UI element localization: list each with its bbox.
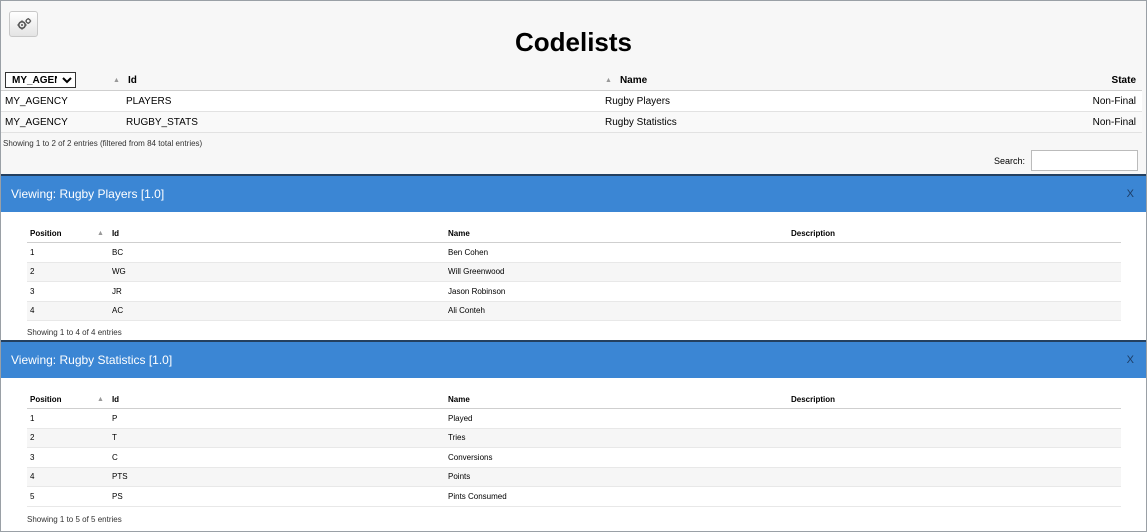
table-header: MY_AGENCY ▲ Id ▲ Name State [1,70,1142,91]
table-row[interactable]: 1 BC Ben Cohen [27,243,1121,263]
cell-id: T [112,433,117,443]
cell-name: Ali Conteh [448,306,485,316]
table-row[interactable]: 3 JR Jason Robinson [27,282,1121,302]
codes-table: Position ▲ Id Name Description 1 BC Ben C… [27,224,1121,321]
table-row[interactable]: MY_AGENCY PLAYERS Rugby Players Non-Fina… [1,91,1142,112]
panel-title: Viewing: Rugby Statistics [1.0] [11,353,173,367]
cell-id: AC [112,306,124,316]
cell-id: C [112,452,118,462]
column-header-id[interactable]: ▲ Id [97,229,433,238]
cell-position: 2 [30,433,35,443]
table-row[interactable]: 2 WG Will Greenwood [27,262,1121,282]
table-row[interactable]: 2 T Tries [27,428,1121,448]
codelists-section: Codelists MY_AGENCY ▲ Id ▲ Name State MY_A… [1,1,1146,174]
search-box: Search: [994,150,1138,171]
column-header-position[interactable]: Position [27,395,97,404]
cell-position: 2 [30,267,35,277]
cell-state: Non-Final [1092,95,1136,107]
cell-position: 1 [30,413,35,423]
search-input[interactable] [1031,150,1138,171]
cell-id: RUGBY_STATS [126,116,198,128]
cell-id: PS [112,491,123,501]
panel-header: Viewing: Rugby Players [1.0] X [1,174,1146,212]
table-row[interactable]: 4 PTS Points [27,467,1121,487]
table-row[interactable]: 1 P Played [27,409,1121,429]
cell-id: P [112,413,118,423]
cell-name: Will Greenwood [448,267,505,277]
close-button[interactable]: X [1127,354,1136,366]
cell-agency: MY_AGENCY [5,95,68,107]
cell-position: 1 [30,247,35,257]
cell-position: 4 [30,306,35,316]
sort-asc-icon: ▲ [97,229,104,237]
cell-position: 5 [30,491,35,501]
cell-name: Tries [448,433,466,443]
panel-rugby-players: Viewing: Rugby Players [1.0] X Position … [1,174,1146,340]
cell-position: 3 [30,452,35,462]
cell-id: WG [112,267,126,277]
cell-name: Rugby Statistics [605,116,677,128]
cell-name: Jason Robinson [448,286,506,296]
column-header-name[interactable]: Name [433,229,783,238]
table-header: Position ▲ Id Name Description [27,224,1121,243]
cell-name: Played [448,413,473,423]
cell-agency: MY_AGENCY [5,116,68,128]
panel-title: Viewing: Rugby Players [1.0] [11,187,165,201]
sort-asc-icon: ▲ [113,76,120,84]
cell-position: 4 [30,472,35,482]
agency-filter-select[interactable]: MY_AGENCY [5,72,76,88]
table-info: Showing 1 to 5 of 5 entries [27,515,122,524]
cell-id: PTS [112,472,128,482]
column-header-description[interactable]: Description [783,229,1121,238]
column-header-position[interactable]: Position [27,229,97,238]
cell-name: Ben Cohen [448,247,489,257]
column-header-state[interactable]: State [1073,75,1142,86]
cell-id: JR [112,286,122,296]
sort-asc-icon: ▲ [97,395,104,403]
close-button[interactable]: X [1127,188,1136,200]
cell-position: 3 [30,286,35,296]
column-header-id[interactable]: ▲ Id [97,395,433,404]
column-header-name[interactable]: ▲ Name [593,75,1073,86]
table-row[interactable]: 3 C Conversions [27,448,1121,468]
agency-filter-cell: MY_AGENCY [1,72,113,88]
cell-name: Conversions [448,452,493,462]
table-row[interactable]: MY_AGENCY RUGBY_STATS Rugby Statistics N… [1,112,1142,133]
codes-table: Position ▲ Id Name Description 1 P Played… [27,390,1121,507]
column-header-id[interactable]: ▲ Id [113,75,593,86]
cell-name: Points [448,472,471,482]
table-header: Position ▲ Id Name Description [27,390,1121,409]
table-info: Showing 1 to 4 of 4 entries [27,328,122,337]
cell-id: PLAYERS [126,95,172,107]
cell-name: Rugby Players [605,95,671,107]
table-info: Showing 1 to 2 of 2 entries (filtered fr… [3,139,203,148]
search-label: Search: [993,155,1025,166]
table-row[interactable]: 5 PS Pints Consumed [27,487,1121,507]
column-header-name[interactable]: Name [433,395,783,404]
table-row[interactable]: 4 AC Ali Conteh [27,301,1121,321]
sort-asc-icon: ▲ [605,76,612,84]
cell-id: BC [112,247,124,257]
app-frame: Codelists MY_AGENCY ▲ Id ▲ Name State MY_A… [0,0,1147,532]
codelists-table: MY_AGENCY ▲ Id ▲ Name State MY_AGENCY PLAY… [1,70,1142,133]
panel-rugby-statistics: Viewing: Rugby Statistics [1.0] X Positi… [1,340,1146,531]
cell-state: Non-Final [1092,116,1136,128]
page-title: Codelists [514,27,633,57]
cell-name: Pints Consumed [448,491,507,501]
panel-header: Viewing: Rugby Statistics [1.0] X [1,340,1146,378]
column-header-description[interactable]: Description [783,395,1121,404]
